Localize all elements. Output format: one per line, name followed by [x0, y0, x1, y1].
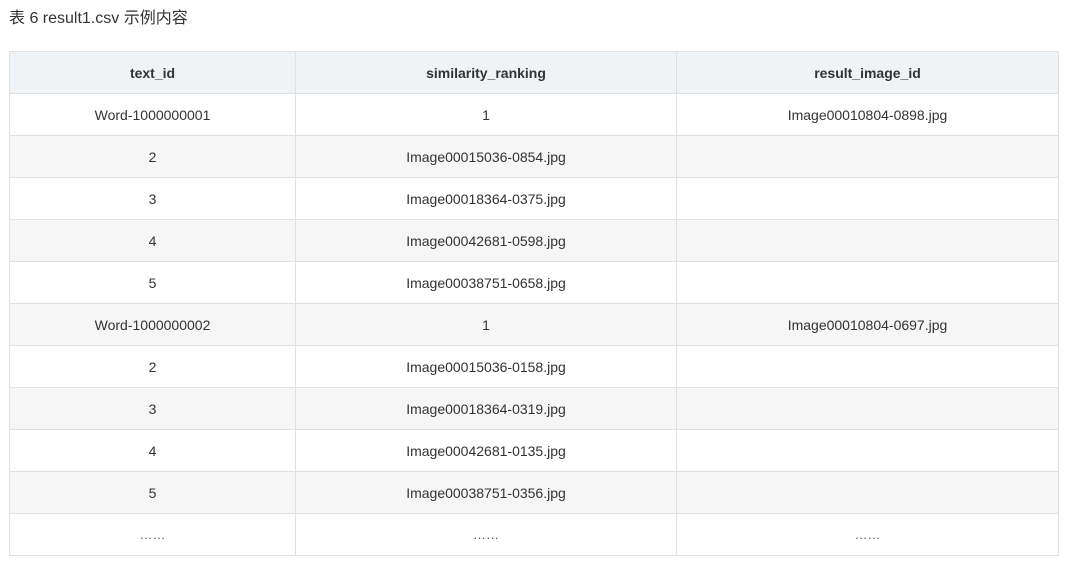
table-header-row: text_id similarity_ranking result_image_…	[9, 51, 1059, 94]
table-cell: Image00010804-0697.jpg	[676, 303, 1059, 346]
table-cell	[676, 135, 1059, 178]
table-cell: Image00018364-0375.jpg	[295, 177, 677, 220]
table-cell: Word-1000000002	[9, 303, 296, 346]
table-cell	[676, 261, 1059, 304]
table-cell	[676, 429, 1059, 472]
table-cell: Image00018364-0319.jpg	[295, 387, 677, 430]
result-table: text_id similarity_ranking result_image_…	[9, 51, 1059, 556]
table-cell: Image00038751-0658.jpg	[295, 261, 677, 304]
table-caption: 表 6 result1.csv 示例内容	[9, 10, 188, 27]
table-row: 5 Image00038751-0356.jpg	[9, 471, 1059, 514]
table-cell: ……	[295, 513, 677, 556]
table-row: Word-1000000002 1 Image00010804-0697.jpg	[9, 303, 1059, 346]
table-cell: Image00015036-0854.jpg	[295, 135, 677, 178]
table-cell: 3	[9, 387, 296, 430]
table-row: 4 Image00042681-0135.jpg	[9, 429, 1059, 472]
table-cell: 4	[9, 429, 296, 472]
table-cell: Image00042681-0135.jpg	[295, 429, 677, 472]
table-cell: ……	[9, 513, 296, 556]
table-cell	[676, 219, 1059, 262]
table-cell: 1	[295, 303, 677, 346]
table-row: 2 Image00015036-0854.jpg	[9, 135, 1059, 178]
table-row: Word-1000000001 1 Image00010804-0898.jpg	[9, 93, 1059, 136]
table-cell: Image00010804-0898.jpg	[676, 93, 1059, 136]
table-cell: 2	[9, 135, 296, 178]
table-cell: Image00015036-0158.jpg	[295, 345, 677, 388]
table-cell	[676, 387, 1059, 430]
table-cell: Image00038751-0356.jpg	[295, 471, 677, 514]
table-cell: ……	[676, 513, 1059, 556]
table-cell: 4	[9, 219, 296, 262]
table-row: 2 Image00015036-0158.jpg	[9, 345, 1059, 388]
table-cell: 2	[9, 345, 296, 388]
column-header-text-id: text_id	[9, 51, 296, 94]
table-cell: 5	[9, 471, 296, 514]
table-row: 5 Image00038751-0658.jpg	[9, 261, 1059, 304]
table-cell: 3	[9, 177, 296, 220]
table-cell	[676, 177, 1059, 220]
column-header-result-image-id: result_image_id	[676, 51, 1059, 94]
table-row: 3 Image00018364-0375.jpg	[9, 177, 1059, 220]
table-cell: 5	[9, 261, 296, 304]
table-row: 3 Image00018364-0319.jpg	[9, 387, 1059, 430]
table-cell	[676, 345, 1059, 388]
table-row-ellipsis: …… …… ……	[9, 513, 1059, 556]
table-cell: 1	[295, 93, 677, 136]
table-cell: Image00042681-0598.jpg	[295, 219, 677, 262]
table-cell	[676, 471, 1059, 514]
table-cell: Word-1000000001	[9, 93, 296, 136]
table-row: 4 Image00042681-0598.jpg	[9, 219, 1059, 262]
column-header-similarity-ranking: similarity_ranking	[295, 51, 677, 94]
